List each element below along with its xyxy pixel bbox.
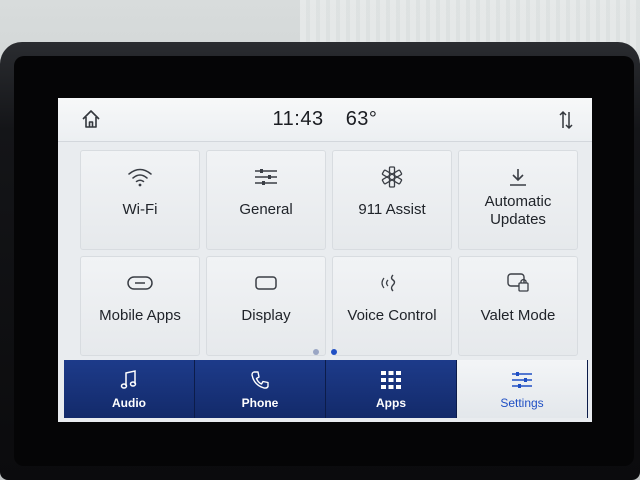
tile-label: Valet Mode bbox=[480, 307, 556, 324]
dock-phone[interactable]: Phone bbox=[195, 360, 326, 418]
sort-arrows-icon[interactable] bbox=[558, 108, 574, 132]
tile-display[interactable]: Display bbox=[206, 256, 326, 356]
phone-icon bbox=[248, 368, 272, 392]
tile-label: Voice Control bbox=[347, 307, 437, 324]
dock-audio[interactable]: Audio bbox=[64, 360, 195, 418]
dock-apps[interactable]: Apps bbox=[326, 360, 457, 418]
tile-label: Display bbox=[241, 307, 291, 324]
tile-automatic-updates[interactable]: Automatic Updates bbox=[458, 150, 578, 250]
time-text: 11:43 bbox=[272, 108, 324, 130]
bottom-dock: Audio Phone Apps Settings bbox=[64, 360, 588, 418]
dock-label: Phone bbox=[241, 396, 279, 410]
tile-voice-control[interactable]: Voice Control bbox=[332, 256, 452, 356]
dock-settings[interactable]: Settings bbox=[457, 360, 588, 418]
display-icon bbox=[252, 269, 280, 297]
tile-label: Mobile Apps bbox=[99, 307, 181, 324]
tile-valet-mode[interactable]: Valet Mode bbox=[458, 256, 578, 356]
tile-label: 911 Assist bbox=[358, 201, 426, 218]
apps-grid-icon bbox=[379, 368, 403, 392]
settings-sliders-icon bbox=[510, 368, 534, 392]
tile-mobile-apps[interactable]: Mobile Apps bbox=[80, 256, 200, 356]
dock-label: Audio bbox=[112, 396, 146, 410]
page-dot[interactable] bbox=[312, 349, 319, 355]
page-indicator bbox=[58, 342, 592, 360]
dock-label: Apps bbox=[376, 396, 406, 410]
clock-readout: 11:43 63° bbox=[58, 108, 592, 131]
voice-icon bbox=[378, 269, 406, 297]
tile-label: Automatic Updates bbox=[484, 193, 552, 228]
star-of-life-icon bbox=[378, 163, 406, 191]
tile-general[interactable]: General bbox=[206, 150, 326, 250]
tile-911-assist[interactable]: 911 Assist bbox=[332, 150, 452, 250]
dock-label: Settings bbox=[500, 396, 544, 410]
mobile-apps-icon bbox=[126, 269, 154, 297]
wifi-icon bbox=[126, 163, 154, 191]
page-dot-active[interactable] bbox=[331, 349, 338, 355]
tile-label: Wi-Fi bbox=[122, 201, 158, 218]
music-note-icon bbox=[117, 368, 141, 392]
download-icon bbox=[504, 163, 532, 191]
temperature-text: 63° bbox=[345, 108, 378, 130]
valet-lock-icon bbox=[504, 269, 532, 297]
infotainment-screen: 11:43 63° Wi-Fi General 911 Assist Autom… bbox=[58, 98, 592, 422]
status-bar: 11:43 63° bbox=[58, 98, 592, 142]
sliders-icon bbox=[252, 163, 280, 191]
tile-wifi[interactable]: Wi-Fi bbox=[80, 150, 200, 250]
tile-label: General bbox=[239, 201, 293, 218]
